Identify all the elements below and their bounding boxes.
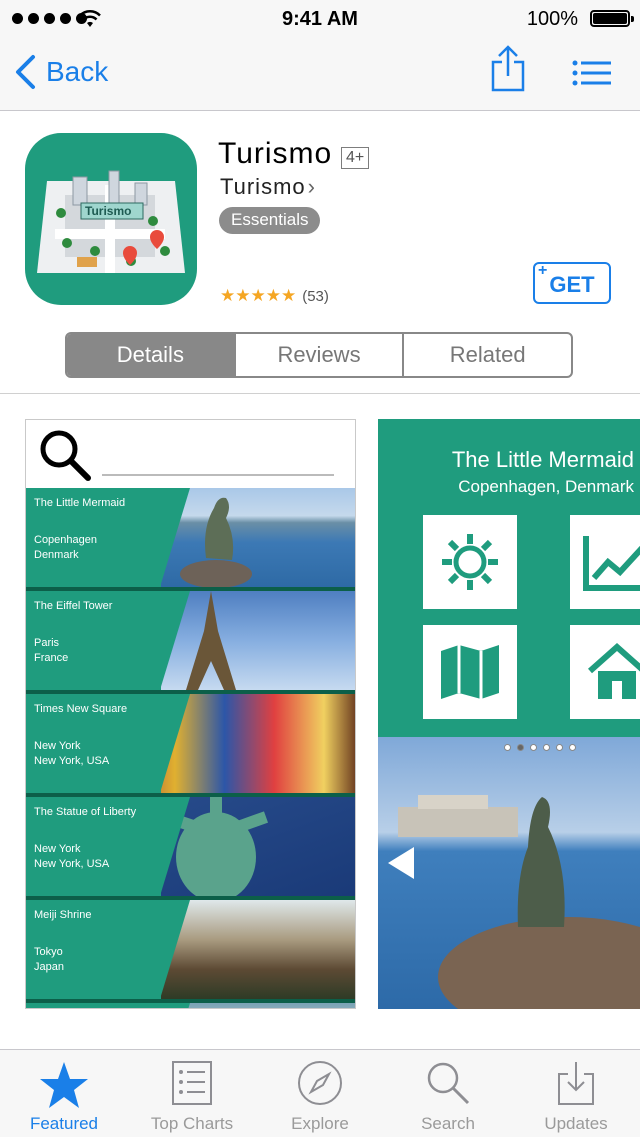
rating-stars: ★★★★★	[220, 286, 297, 305]
app-title: Turismo	[218, 137, 333, 170]
screenshot-search-bar	[26, 420, 355, 488]
screenshot-2[interactable]: The Little Mermaid Copenhagen, Denmark	[378, 419, 640, 1009]
plus-icon: +	[538, 262, 548, 279]
download-icon	[558, 1062, 594, 1105]
back-label: Back	[46, 56, 109, 87]
tab-label: Explore	[291, 1114, 349, 1133]
place-country: New York, USA	[34, 755, 110, 767]
place-list: The Little Mermaid Copenhagen Denmark Th…	[26, 488, 355, 1008]
tab-label: Search	[421, 1114, 475, 1133]
list-icon[interactable]	[572, 60, 612, 86]
place-country: Japan	[34, 961, 64, 973]
place-country: Denmark	[34, 549, 79, 561]
search-icon	[427, 1062, 470, 1105]
place-city: New York	[34, 740, 81, 752]
navigation-bar: Back	[0, 40, 640, 111]
place-name: Meiji Shrine	[34, 909, 92, 921]
back-button[interactable]: Back	[14, 54, 108, 90]
category-badge[interactable]: Essentials	[219, 207, 321, 234]
tab-label: Featured	[29, 1114, 99, 1133]
place-city: Tokyo	[34, 946, 63, 958]
mermaid-photo	[378, 737, 640, 1009]
app-icon-text: Turismo	[85, 204, 132, 218]
tab-bar: Featured Top Charts Explore Search Updat…	[0, 1049, 640, 1137]
developer-name: Turismo	[220, 174, 306, 199]
list-item: The Eiffel Tower Paris France	[26, 591, 355, 694]
segment-reviews[interactable]: Reviews	[233, 334, 403, 376]
list-item: The Little Mermaid Copenhagen Denmark	[26, 488, 355, 591]
star-icon	[40, 1062, 88, 1108]
segment-details[interactable]: Details	[67, 334, 234, 376]
segmented-control: Details Reviews Related	[65, 332, 573, 378]
battery-percent: 100%	[526, 8, 578, 30]
place-name: Times New Square	[34, 703, 128, 715]
place-city: New York	[34, 843, 81, 855]
chevron-right-icon: ›	[307, 174, 316, 199]
status-bar: 9:41 AM 100%	[0, 0, 640, 40]
tab-explore[interactable]: Explore	[256, 1050, 384, 1137]
segment-related[interactable]: Related	[402, 334, 571, 376]
compass-icon	[298, 1061, 342, 1105]
home-icon	[588, 642, 640, 699]
tab-label: Updates	[544, 1114, 608, 1133]
app-header: Turismo Turismo 4+ Turismo› Essentials ★…	[0, 111, 640, 394]
place-country: New York, USA	[34, 858, 110, 870]
detail-header: The Little Mermaid Copenhagen, Denmark	[378, 419, 640, 737]
map-icon	[441, 645, 499, 699]
tab-top-charts[interactable]: Top Charts	[128, 1050, 256, 1137]
app-icon: Turismo	[25, 133, 197, 305]
detail-title: The Little Mermaid	[451, 447, 634, 472]
age-rating-badge: 4+	[341, 147, 370, 169]
screenshot-1[interactable]: The Little Mermaid Copenhagen Denmark Th…	[25, 419, 356, 1009]
rating: ★★★★★ (53)	[220, 286, 329, 306]
page-indicator	[504, 744, 576, 751]
list-item: Meiji Shrine Tokyo Japan	[26, 900, 355, 1003]
get-label: GET	[549, 272, 595, 297]
list-item: Times New Square New York New York, USA	[26, 694, 355, 797]
place-name: The Statue of Liberty	[34, 806, 137, 818]
tab-label: Top Charts	[150, 1114, 234, 1133]
list-item	[26, 1003, 355, 1008]
home-tile	[570, 625, 640, 719]
place-country: France	[34, 652, 69, 664]
battery-icon	[590, 10, 634, 27]
tab-updates[interactable]: Updates	[512, 1050, 640, 1137]
rating-count: (53)	[302, 287, 329, 305]
tab-search[interactable]: Search	[384, 1050, 512, 1137]
detail-subtitle: Copenhagen, Denmark	[458, 477, 634, 496]
search-icon	[40, 430, 91, 481]
sun-icon	[442, 534, 498, 590]
chart-tile	[570, 515, 640, 609]
place-city: Paris	[34, 637, 60, 649]
weather-tile	[423, 515, 517, 609]
list-item: The Statue of Liberty New York New York,…	[26, 797, 355, 900]
chart-icon	[583, 536, 640, 591]
top-charts-icon	[172, 1061, 212, 1105]
developer-link[interactable]: Turismo›	[220, 174, 316, 200]
tab-featured[interactable]: Featured	[0, 1050, 128, 1137]
share-icon[interactable]	[488, 44, 528, 94]
place-name: The Eiffel Tower	[34, 600, 113, 612]
place-city: Copenhagen	[34, 534, 98, 546]
place-name: The Little Mermaid	[34, 497, 126, 509]
map-tile	[423, 625, 517, 719]
chevron-left-icon	[16, 55, 35, 89]
get-button[interactable]: + GET	[533, 262, 611, 304]
